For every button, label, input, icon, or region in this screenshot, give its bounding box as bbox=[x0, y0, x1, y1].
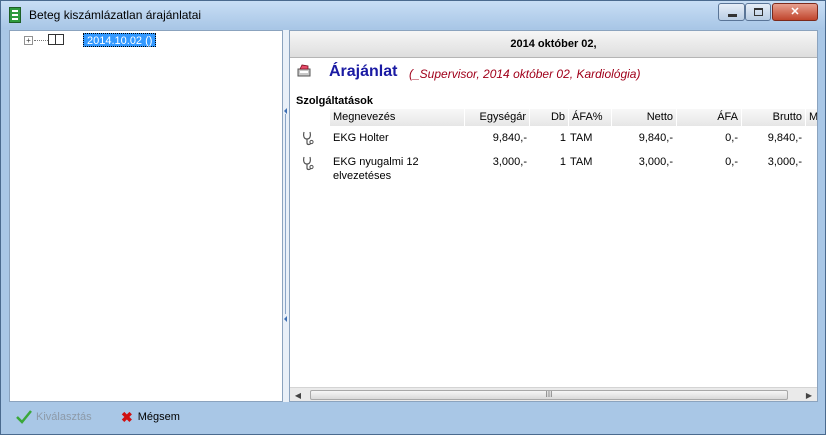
row-unit-price: 3,000,- bbox=[492, 156, 527, 168]
cancel-button[interactable]: ✖ Mégsem bbox=[121, 408, 180, 426]
row-unit-price: 9,840,- bbox=[492, 132, 527, 144]
close-button[interactable]: ✕ bbox=[772, 3, 818, 21]
tree-expand-icon[interactable]: + bbox=[24, 36, 33, 45]
col-header-gross[interactable]: Brutto bbox=[742, 109, 806, 126]
row-vat: 0,- bbox=[725, 156, 738, 168]
quote-title: Árajánlat bbox=[329, 63, 398, 80]
col-header-qty[interactable]: Db bbox=[530, 109, 569, 126]
services-section-label: Szolgáltatások bbox=[296, 95, 374, 107]
row-vat-pct: TAM bbox=[570, 132, 593, 144]
date-header: 2014 október 02, bbox=[290, 31, 817, 58]
row-gross: 3,000,- bbox=[767, 156, 802, 168]
row-qty: 1 bbox=[559, 132, 566, 144]
col-header-net[interactable]: Netto bbox=[612, 109, 677, 126]
col-header-vat[interactable]: ÁFA bbox=[677, 109, 742, 126]
document-stack-icon bbox=[297, 64, 311, 77]
maximize-icon bbox=[754, 8, 763, 16]
action-bar: Kiválasztás ✖ Mégsem bbox=[1, 403, 825, 431]
tree-connector bbox=[34, 40, 48, 41]
close-icon: ✕ bbox=[790, 6, 800, 18]
table-row[interactable]: EKG Holter 9,840,- 1 TAM 9,840,- 0,- 9,8… bbox=[290, 129, 817, 151]
app-window: Beteg kiszámlázatlan árajánlatai ✕ + 201… bbox=[0, 0, 826, 435]
stethoscope-icon bbox=[303, 131, 314, 146]
stethoscope-icon bbox=[303, 156, 314, 171]
splitter-grip bbox=[285, 114, 286, 314]
calculator-icon bbox=[9, 7, 21, 23]
checkmark-icon bbox=[16, 410, 32, 424]
select-button-label: Kiválasztás bbox=[36, 411, 92, 423]
minimize-icon bbox=[728, 14, 737, 17]
col-header-unit-price[interactable]: Egységár bbox=[465, 109, 530, 126]
row-name: EKG Holter bbox=[333, 132, 389, 144]
scroll-thumb[interactable]: III bbox=[310, 390, 788, 400]
select-button[interactable]: Kiválasztás bbox=[16, 408, 92, 426]
row-vat: 0,- bbox=[725, 132, 738, 144]
title-bar[interactable]: Beteg kiszámlázatlan árajánlatai ✕ bbox=[1, 1, 825, 29]
quote-subtitle: (_Supervisor, 2014 október 02, Kardiológ… bbox=[409, 67, 641, 81]
row-net: 9,840,- bbox=[638, 132, 673, 144]
row-vat-pct: TAM bbox=[570, 156, 593, 168]
col-header-name[interactable]: Megnevezés bbox=[330, 109, 465, 126]
minimize-button[interactable] bbox=[718, 3, 745, 21]
table-row[interactable]: EKG nyugalmi 12 elvezetéses 3,000,- 1 TA… bbox=[290, 153, 817, 183]
scroll-right-icon[interactable]: ▶ bbox=[801, 388, 817, 401]
x-icon: ✖ bbox=[121, 409, 133, 426]
window-title: Beteg kiszámlázatlan árajánlatai bbox=[29, 8, 202, 22]
maximize-button[interactable] bbox=[745, 3, 771, 21]
horizontal-scrollbar[interactable]: ◀ III ▶ bbox=[290, 387, 817, 401]
quote-tree[interactable]: + 2014.10.02 () bbox=[9, 30, 283, 402]
quote-detail: 2014 október 02, Árajánlat (_Supervisor,… bbox=[289, 30, 818, 402]
collapse-left-icon[interactable] bbox=[284, 316, 287, 322]
col-header-vat-pct[interactable]: ÁFA% bbox=[569, 109, 612, 126]
row-net: 3,000,- bbox=[638, 156, 673, 168]
row-qty: 1 bbox=[559, 156, 566, 168]
services-table-header: Megnevezés Egységár Db ÁFA% Netto ÁFA Br… bbox=[330, 109, 817, 126]
row-name-line2: elvezetéses bbox=[333, 170, 392, 182]
row-name-line1: EKG nyugalmi 12 bbox=[333, 156, 419, 168]
col-header-extra[interactable]: Me bbox=[806, 109, 817, 126]
row-gross: 9,840,- bbox=[767, 132, 802, 144]
scroll-left-icon[interactable]: ◀ bbox=[290, 388, 306, 401]
cancel-button-label: Mégsem bbox=[137, 411, 180, 423]
book-icon bbox=[48, 34, 64, 45]
tree-item-date[interactable]: 2014.10.02 () bbox=[83, 33, 157, 47]
